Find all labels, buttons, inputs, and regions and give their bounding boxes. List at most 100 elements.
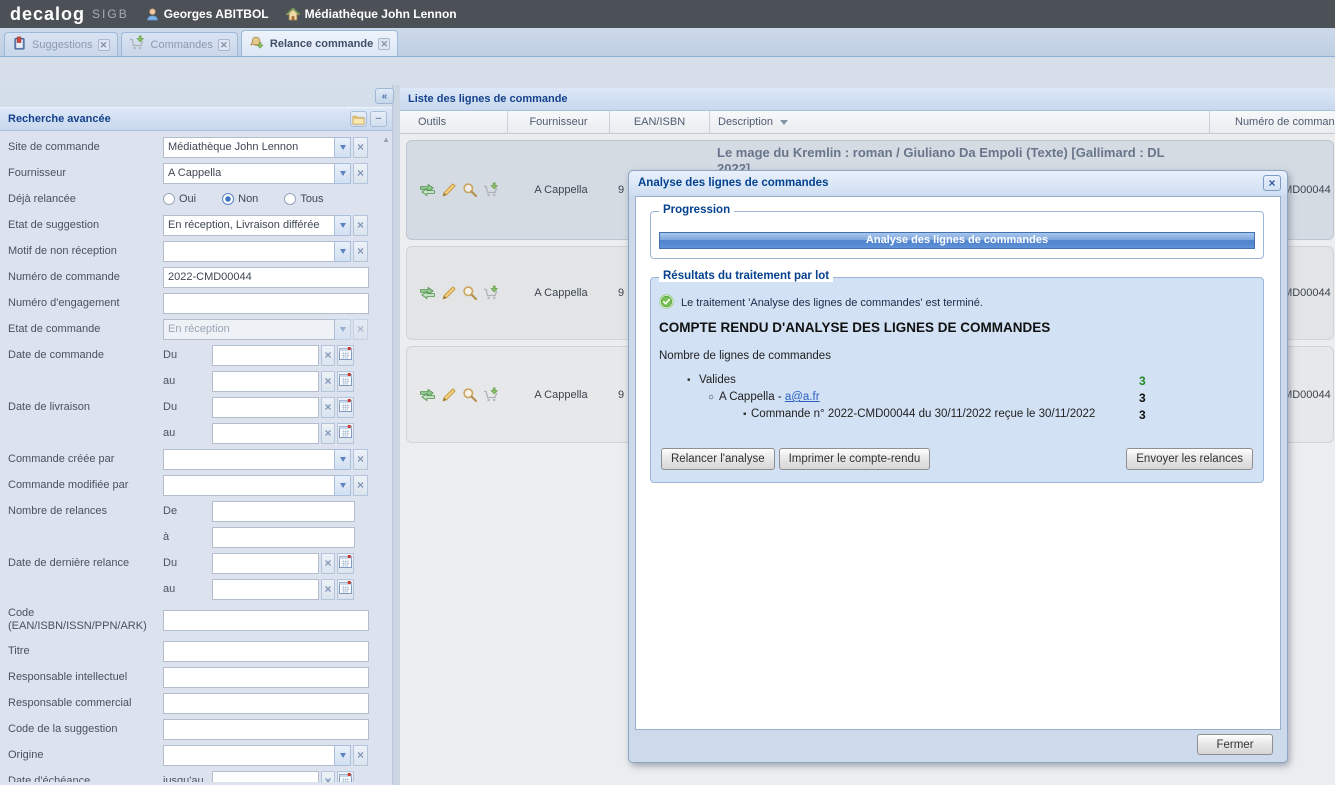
au-calendar-button[interactable] xyxy=(337,371,354,392)
motif-de-non-reception-clear-button[interactable]: × xyxy=(353,241,368,262)
etat-de-suggestion-select[interactable]: En réception, Livraison différée xyxy=(163,215,335,236)
etat-de-commande-dropdown-trigger[interactable] xyxy=(334,319,351,340)
date-d-echeance-date-input[interactable] xyxy=(212,771,319,783)
column-header-description[interactable]: Description xyxy=(710,111,1210,133)
cart-icon[interactable] xyxy=(483,285,500,301)
au-date-input[interactable] xyxy=(212,579,319,600)
fournisseur-dropdown-trigger[interactable] xyxy=(334,163,351,184)
collapse-panel-button[interactable]: « xyxy=(375,88,394,104)
pencil-icon[interactable] xyxy=(441,387,457,403)
commande-creee-par-select[interactable] xyxy=(163,449,335,470)
column-header-ean-isbn[interactable]: EAN/ISBN xyxy=(610,111,710,133)
date-de-commande-date-input[interactable] xyxy=(212,345,319,366)
exchange-icon[interactable] xyxy=(419,285,436,301)
responsable-intellectuel-input[interactable] xyxy=(163,667,369,688)
tab-close-icon[interactable]: ✕ xyxy=(98,39,110,51)
commande-creee-par-clear-button[interactable]: × xyxy=(353,449,368,470)
numero-d-engagement-input[interactable] xyxy=(163,293,369,314)
etat-de-commande-select[interactable]: En réception xyxy=(163,319,335,340)
magnifier-icon[interactable] xyxy=(462,182,478,198)
etat-de-suggestion-clear-button[interactable]: × xyxy=(353,215,368,236)
au-date-clear-button[interactable]: × xyxy=(321,371,335,392)
etat-de-suggestion-dropdown-trigger[interactable] xyxy=(334,215,351,236)
radio-icon[interactable] xyxy=(163,193,175,205)
code-ean-isbn-issn-ppn-ark-input[interactable] xyxy=(163,610,369,631)
a-input[interactable] xyxy=(212,527,355,548)
deja-relancee-option-oui[interactable]: Oui xyxy=(163,193,196,205)
scrollbar-up-arrow[interactable]: ▲ xyxy=(382,135,390,144)
commande-modifiee-par-dropdown-trigger[interactable] xyxy=(334,475,351,496)
radio-icon[interactable] xyxy=(222,193,234,205)
numero-de-commande-input[interactable]: 2022-CMD00044 xyxy=(163,267,369,288)
au-calendar-button[interactable] xyxy=(337,579,354,600)
dialog-titlebar[interactable]: Analyse des lignes de commandes × xyxy=(629,171,1287,195)
date-de-commande-date-clear-button[interactable]: × xyxy=(321,345,335,366)
commande-modifiee-par-clear-button[interactable]: × xyxy=(353,475,368,496)
relancer-l-analyse-button[interactable]: Relancer l'analyse xyxy=(661,448,775,470)
date-de-livraison-date-input[interactable] xyxy=(212,397,319,418)
column-header-fournisseur[interactable]: Fournisseur xyxy=(508,111,610,133)
date-de-livraison-calendar-button[interactable] xyxy=(337,397,354,418)
au-date-input[interactable] xyxy=(212,371,319,392)
etat-de-commande-clear-button[interactable]: × xyxy=(353,319,368,340)
deja-relancee-option-tous[interactable]: Tous xyxy=(284,193,323,205)
cart-icon[interactable] xyxy=(483,182,500,198)
exchange-icon[interactable] xyxy=(419,387,436,403)
chevron-down-icon xyxy=(340,223,346,228)
tab-close-icon[interactable]: ✕ xyxy=(378,38,390,50)
au-date-clear-button[interactable]: × xyxy=(321,579,335,600)
imprimer-le-compte-rendu-button[interactable]: Imprimer le compte-rendu xyxy=(779,448,931,470)
site-de-commande-dropdown-trigger[interactable] xyxy=(334,137,351,158)
fermer-button[interactable]: Fermer xyxy=(1197,734,1273,755)
origine-select[interactable] xyxy=(163,745,335,766)
column-header-outils[interactable]: Outils xyxy=(400,111,508,133)
deja-relancee-option-non[interactable]: Non xyxy=(222,193,258,205)
date-de-derniere-relance-date-input[interactable] xyxy=(212,553,319,574)
commande-creee-par-dropdown-trigger[interactable] xyxy=(334,449,351,470)
code-de-la-suggestion-input[interactable] xyxy=(163,719,369,740)
saved-searches-button[interactable] xyxy=(350,111,367,127)
form-row-a: à xyxy=(0,524,392,550)
supplier-email-link[interactable]: a@a.fr xyxy=(785,391,820,403)
sublabel-au: au xyxy=(163,583,212,595)
titre-input[interactable] xyxy=(163,641,369,662)
dialog-close-button[interactable]: × xyxy=(1263,175,1281,191)
date-de-commande-calendar-button[interactable] xyxy=(337,345,354,366)
pencil-icon[interactable] xyxy=(441,182,457,198)
cart-icon[interactable] xyxy=(483,387,500,403)
column-header-numero-de-commande[interactable]: Numéro de commande xyxy=(1210,111,1335,133)
current-user[interactable]: Georges ABITBOL xyxy=(145,7,269,22)
au-date-input[interactable] xyxy=(212,423,319,444)
panel-splitter[interactable] xyxy=(393,85,400,785)
origine-clear-button[interactable]: × xyxy=(353,745,368,766)
date-d-echeance-date-clear-button[interactable]: × xyxy=(321,771,335,783)
motif-de-non-reception-select[interactable] xyxy=(163,241,335,262)
origine-dropdown-trigger[interactable] xyxy=(334,745,351,766)
magnifier-icon[interactable] xyxy=(462,387,478,403)
fournisseur-select[interactable]: A Cappella xyxy=(163,163,335,184)
date-d-echeance-calendar-button[interactable] xyxy=(337,771,354,783)
tab-commandes[interactable]: Commandes✕ xyxy=(121,32,238,56)
date-de-livraison-date-clear-button[interactable]: × xyxy=(321,397,335,418)
envoyer-les-relances-button[interactable]: Envoyer les relances xyxy=(1126,448,1253,470)
tab-suggestions[interactable]: Suggestions✕ xyxy=(4,32,118,56)
au-date-clear-button[interactable]: × xyxy=(321,423,335,444)
nombre-de-relances-input[interactable] xyxy=(212,501,355,522)
site-de-commande-clear-button[interactable]: × xyxy=(353,137,368,158)
responsable-commercial-input[interactable] xyxy=(163,693,369,714)
magnifier-icon[interactable] xyxy=(462,285,478,301)
motif-de-non-reception-dropdown-trigger[interactable] xyxy=(334,241,351,262)
tab-close-icon[interactable]: ✕ xyxy=(218,39,230,51)
collapse-section-button[interactable]: − xyxy=(370,111,387,127)
current-site[interactable]: Médiathèque John Lennon xyxy=(285,7,457,22)
date-de-derniere-relance-date-clear-button[interactable]: × xyxy=(321,553,335,574)
commande-modifiee-par-select[interactable] xyxy=(163,475,335,496)
date-de-derniere-relance-calendar-button[interactable] xyxy=(337,553,354,574)
site-de-commande-select[interactable]: Médiathèque John Lennon xyxy=(163,137,335,158)
pencil-icon[interactable] xyxy=(441,285,457,301)
radio-icon[interactable] xyxy=(284,193,296,205)
fournisseur-clear-button[interactable]: × xyxy=(353,163,368,184)
exchange-icon[interactable] xyxy=(419,182,436,198)
au-calendar-button[interactable] xyxy=(337,423,354,444)
tab-relance-commande[interactable]: Relance commande✕ xyxy=(241,30,398,56)
